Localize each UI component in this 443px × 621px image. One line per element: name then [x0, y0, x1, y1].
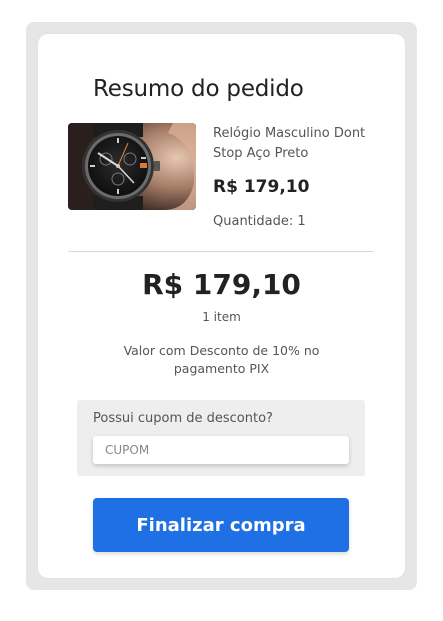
order-summary-card: Resumo do pedido Relógio Masculino Dont … — [38, 34, 405, 578]
coupon-input[interactable] — [93, 436, 349, 464]
product-name: Relógio Masculino Dont Stop Aço Preto — [213, 126, 366, 161]
product-price: R$ 179,10 — [213, 177, 310, 197]
finalize-purchase-button[interactable]: Finalizar compra — [93, 498, 349, 552]
order-summary-title: Resumo do pedido — [93, 76, 304, 102]
pix-discount-note: Valor com Desconto de 10% no pagamento P… — [123, 343, 320, 376]
divider — [68, 251, 374, 252]
watch-photo-icon — [68, 123, 196, 210]
coupon-label: Possui cupom de desconto? — [93, 411, 273, 426]
product-quantity: Quantidade: 1 — [213, 214, 306, 229]
item-count: 1 item — [202, 310, 241, 324]
order-total: R$ 179,10 — [142, 268, 301, 301]
product-image — [68, 123, 196, 210]
coupon-section: Possui cupom de desconto? — [77, 400, 365, 476]
